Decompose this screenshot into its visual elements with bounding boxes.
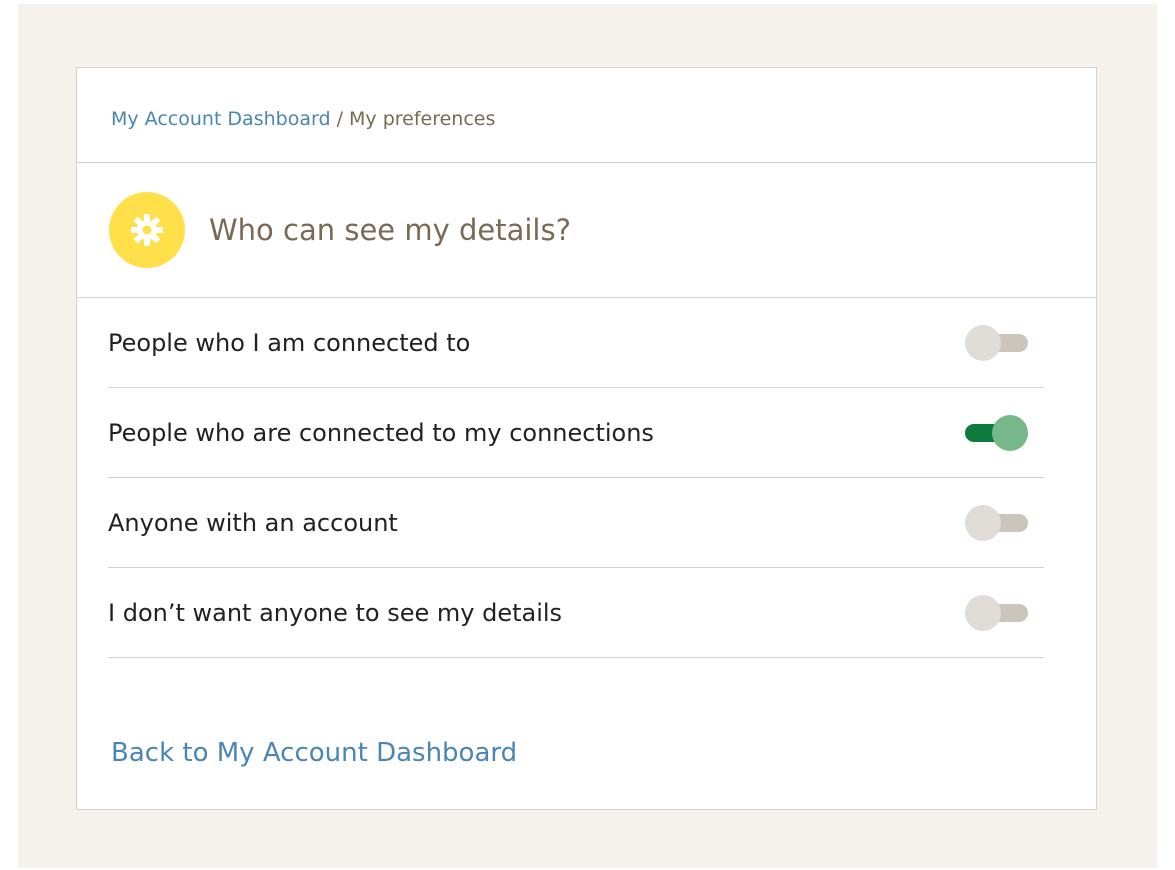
section-heading: Who can see my details? <box>77 163 1096 298</box>
breadcrumb-current: My preferences <box>349 108 496 130</box>
back-to-dashboard-link[interactable]: Back to My Account Dashboard <box>111 738 517 768</box>
breadcrumb: My Account Dashboard / My preferences <box>77 68 1096 163</box>
toggle-switch[interactable] <box>965 504 1028 541</box>
option-no-one[interactable]: I don’t want anyone to see my details <box>108 568 1044 658</box>
option-connected[interactable]: People who I am connected to <box>108 298 1044 388</box>
toggle-switch[interactable] <box>965 324 1028 361</box>
gear-icon <box>109 192 185 268</box>
option-label: People who are connected to my connectio… <box>108 418 654 447</box>
breadcrumb-separator: / <box>336 108 343 130</box>
toggle-knob <box>965 324 1001 361</box>
option-connections-of-connections[interactable]: People who are connected to my connectio… <box>108 388 1044 478</box>
toggle-switch[interactable] <box>965 414 1028 451</box>
preferences-card: My Account Dashboard / My preferences Wh… <box>76 67 1097 810</box>
option-label: Anyone with an account <box>108 508 398 537</box>
visibility-options-list: People who I am connected to People who … <box>108 298 1044 658</box>
toggle-knob <box>992 414 1028 451</box>
breadcrumb-link-dashboard[interactable]: My Account Dashboard <box>111 108 331 130</box>
page-title: Who can see my details? <box>209 213 571 247</box>
option-label: I don’t want anyone to see my details <box>108 598 563 627</box>
toggle-knob <box>965 594 1001 631</box>
option-anyone-with-account[interactable]: Anyone with an account <box>108 478 1044 568</box>
option-label: People who I am connected to <box>108 328 471 357</box>
toggle-knob <box>965 504 1001 541</box>
toggle-switch[interactable] <box>965 594 1028 631</box>
